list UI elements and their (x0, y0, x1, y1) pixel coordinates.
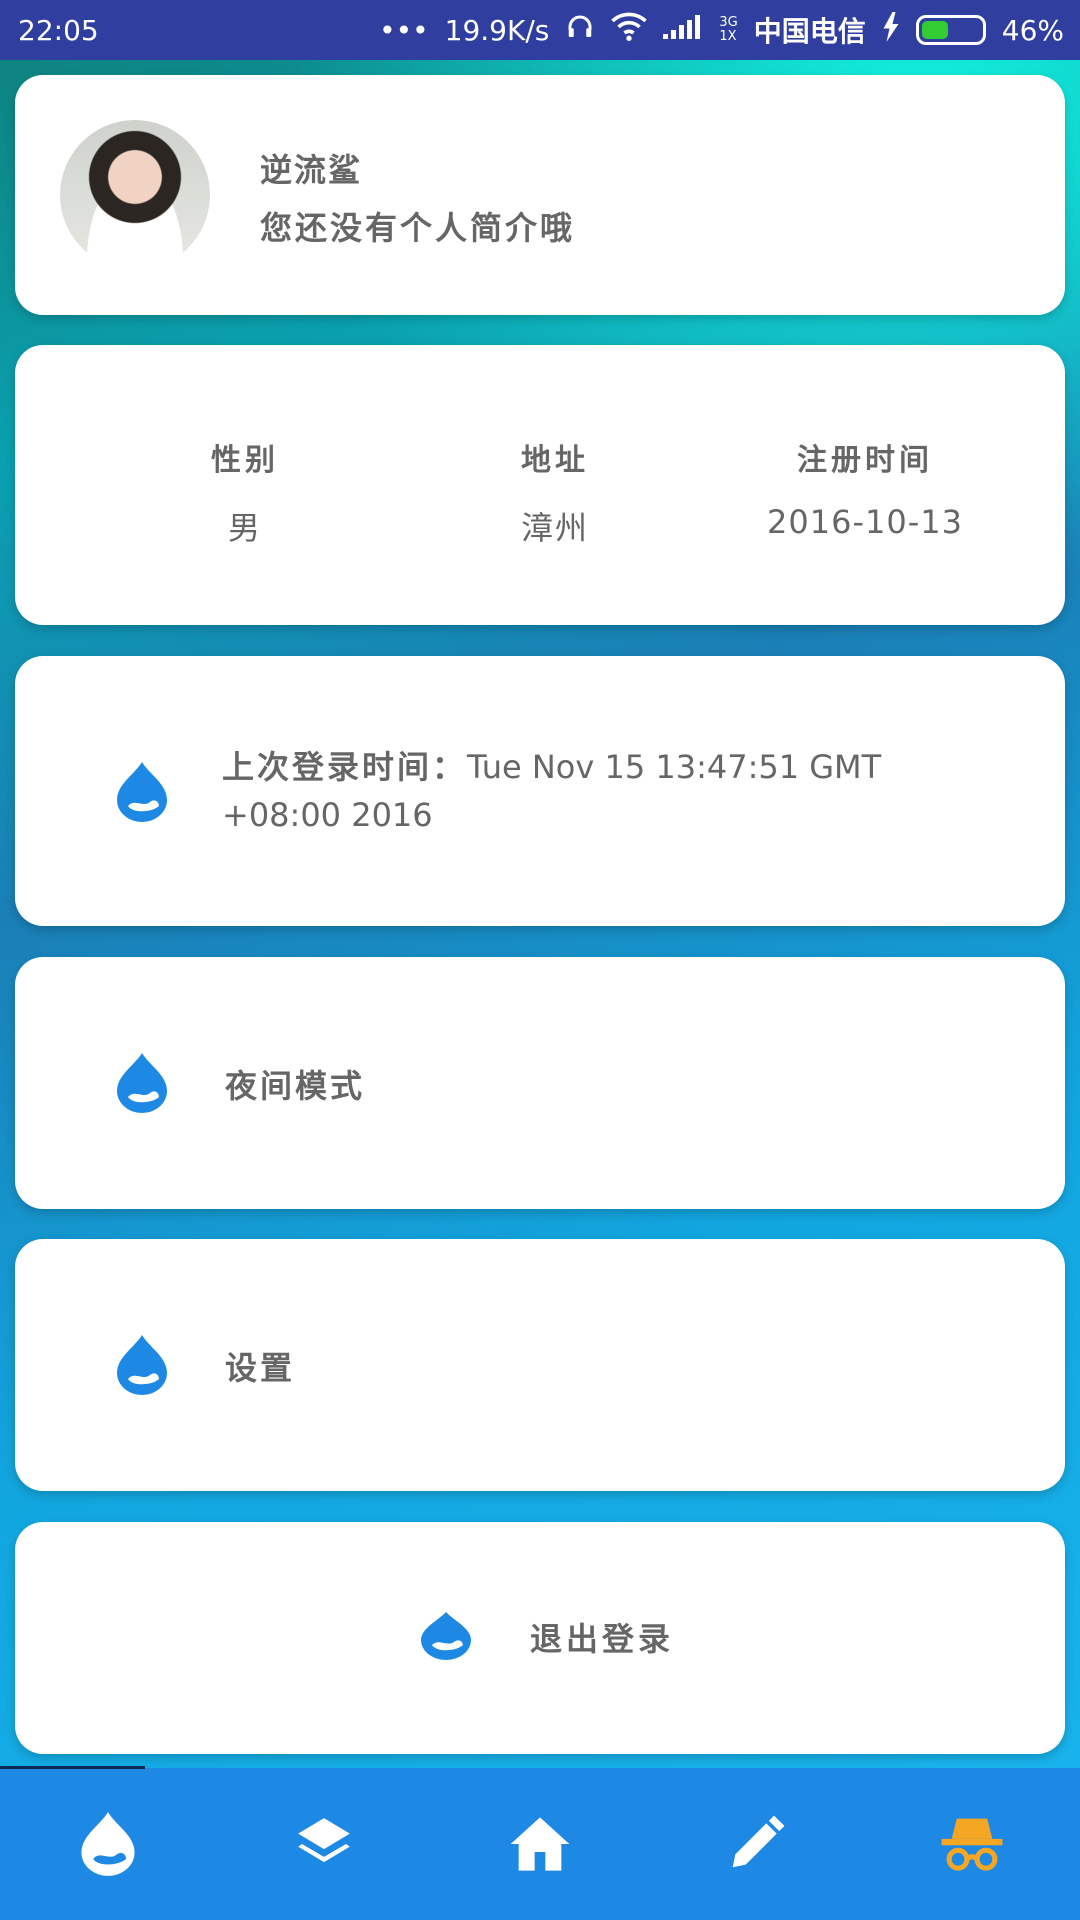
night-mode-row[interactable]: 夜间模式 (15, 957, 1065, 1209)
address-value: 漳州 (520, 509, 589, 547)
status-bar: 22:05 ••• 19.9K/s 3G 1X 中国电信 46% (0, 0, 1080, 60)
drupal-icon (113, 1333, 171, 1397)
edit-icon (725, 1813, 787, 1879)
nav-drupal-button[interactable] (68, 1806, 148, 1886)
more-dots-icon: ••• (379, 13, 429, 47)
drupal-icon (113, 1051, 171, 1115)
gender-value: 男 (227, 509, 262, 547)
profile-bio: 您还没有个人简介哦 (260, 209, 576, 247)
bottom-navigation (0, 1766, 1080, 1920)
profile-card[interactable]: 逆流鲨 您还没有个人简介哦 (15, 75, 1065, 315)
network-speed: 19.9K/s (444, 13, 550, 47)
register-value: 2016-10-13 (767, 503, 963, 541)
last-login-text: 上次登录时间：Tue Nov 15 13:47:51 GMT +08:00 20… (222, 743, 982, 839)
battery-fill (921, 21, 949, 39)
info-card: 性别 男 地址 漳州 注册时间 2016-10-13 (15, 345, 1065, 625)
battery-percent: 46% (1001, 13, 1064, 47)
nav-home-button[interactable] (500, 1806, 580, 1886)
signal-icon (663, 14, 703, 47)
network-type: 3G 1X (719, 15, 738, 44)
avatar[interactable] (60, 120, 210, 270)
incognito-icon (939, 1813, 1005, 1879)
nav-layers-button[interactable] (284, 1806, 364, 1886)
address-label: 地址 (521, 443, 589, 478)
headphone-icon (565, 12, 595, 49)
charging-icon (882, 11, 900, 49)
gender-label: 性别 (211, 443, 279, 478)
register-column: 注册时间 2016-10-13 (715, 435, 1015, 541)
address-column: 地址 漳州 (405, 435, 705, 549)
status-time: 22:05 (18, 13, 99, 47)
battery-icon (915, 15, 986, 45)
night-mode-label: 夜间模式 (225, 1067, 366, 1105)
drupal-icon (417, 1610, 475, 1674)
drupal-icon (77, 1810, 139, 1882)
carrier-name: 中国电信 (753, 15, 866, 48)
last-login-label: 上次登录时间： (222, 748, 468, 786)
nav-profile-button[interactable] (932, 1806, 1012, 1886)
gender-column: 性别 男 (95, 435, 395, 549)
settings-label: 设置 (225, 1349, 296, 1387)
nav-edit-button[interactable] (716, 1806, 796, 1886)
profile-name: 逆流鲨 (260, 151, 363, 189)
home-icon (508, 1814, 572, 1878)
register-label: 注册时间 (797, 443, 933, 478)
logout-button[interactable]: 退出登录 (15, 1522, 1065, 1754)
wifi-icon (611, 12, 648, 49)
logout-label: 退出登录 (530, 1620, 675, 1658)
last-login-card: 上次登录时间：Tue Nov 15 13:47:51 GMT +08:00 20… (15, 656, 1065, 926)
layers-icon (293, 1813, 355, 1879)
nav-indicator (0, 1766, 145, 1769)
drupal-icon (113, 760, 171, 824)
settings-row[interactable]: 设置 (15, 1239, 1065, 1491)
